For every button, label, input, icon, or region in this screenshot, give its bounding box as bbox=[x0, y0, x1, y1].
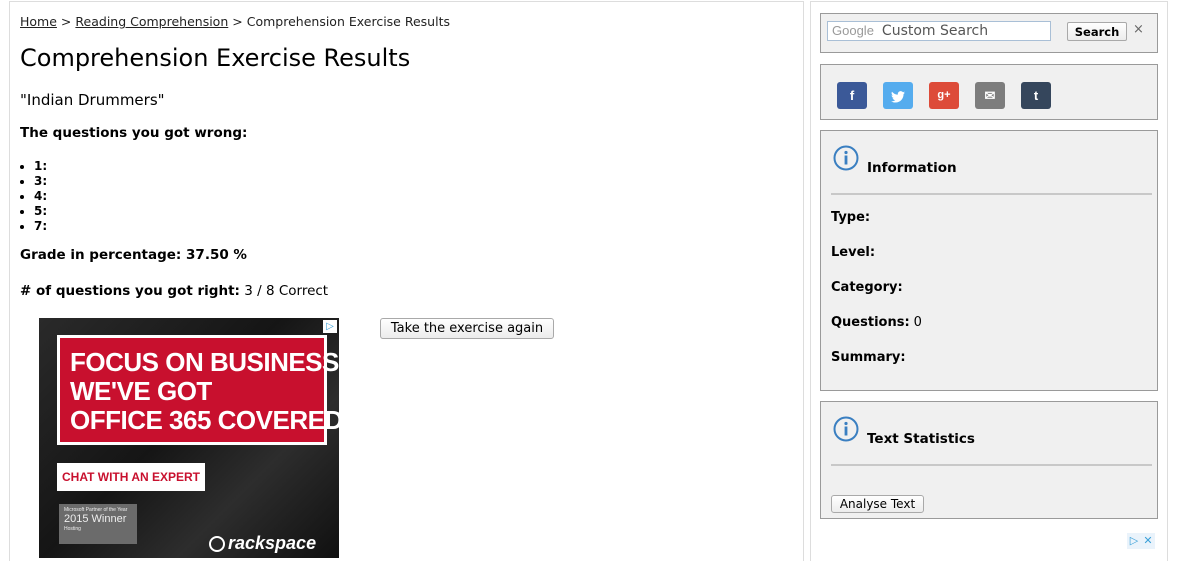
advertisement-banner[interactable]: ▷ FOCUS ON BUSINESS. WE'VE GOT OFFICE 36… bbox=[39, 318, 339, 558]
breadcrumb-section-link[interactable]: Reading Comprehension bbox=[75, 14, 228, 29]
breadcrumb: Home > Reading Comprehension > Comprehension… bbox=[20, 14, 450, 29]
wrong-questions-heading: The questions you got wrong: bbox=[20, 125, 248, 141]
information-heading: Information bbox=[867, 160, 957, 176]
adchoices-corner[interactable]: ▷ ✕ bbox=[1127, 529, 1157, 549]
adchoices-icon[interactable]: ▷ bbox=[323, 320, 337, 333]
ad-brand-name: rackspace bbox=[228, 533, 317, 553]
rackspace-logo-icon bbox=[209, 536, 225, 553]
exercise-title: "Indian Drummers" bbox=[20, 91, 165, 109]
list-item: 5: bbox=[34, 204, 47, 219]
list-item: 4: bbox=[34, 189, 47, 204]
breadcrumb-separator: > bbox=[232, 14, 243, 29]
main-content: Home > Reading Comprehension > Comprehension… bbox=[9, 1, 804, 561]
breadcrumb-current: Comprehension Exercise Results bbox=[246, 14, 450, 29]
ad-cta-button[interactable]: CHAT WITH AN EXPERT bbox=[57, 463, 205, 491]
retake-exercise-button[interactable]: Take the exercise again bbox=[380, 318, 554, 339]
search-placeholder: Custom Search bbox=[881, 23, 989, 39]
ad-badge-title: 2015 Winner bbox=[64, 513, 127, 525]
correct-count-value: 3 / 8 Correct bbox=[244, 283, 329, 299]
list-item: 7: bbox=[34, 219, 47, 234]
info-questions-row: Questions: 0 bbox=[831, 315, 922, 330]
adchoices-icon[interactable]: ▷ bbox=[1127, 533, 1141, 549]
info-type-label: Type: bbox=[831, 210, 871, 225]
correct-count: # of questions you got right: 3 / 8 Corr… bbox=[20, 283, 328, 299]
correct-count-label: # of questions you got right: bbox=[20, 283, 240, 299]
info-icon bbox=[833, 145, 859, 171]
divider bbox=[831, 193, 1152, 195]
google-plus-icon[interactable]: g+ bbox=[929, 82, 959, 109]
tumblr-icon[interactable]: t bbox=[1021, 82, 1051, 109]
social-share-box: f g+ ✉ t bbox=[820, 64, 1158, 120]
close-ad-icon[interactable]: ✕ bbox=[1141, 533, 1155, 549]
page-title: Comprehension Exercise Results bbox=[20, 44, 411, 72]
google-logo: Google bbox=[832, 23, 874, 38]
ad-badge-tag: Hosting bbox=[64, 526, 81, 532]
divider bbox=[831, 464, 1152, 466]
info-icon bbox=[833, 416, 859, 442]
clear-search-icon[interactable]: × bbox=[1133, 22, 1144, 37]
email-icon[interactable]: ✉ bbox=[975, 82, 1005, 109]
info-questions-value: 0 bbox=[913, 315, 922, 330]
wrong-questions-list: 1: 3: 4: 5: 7: bbox=[20, 159, 47, 234]
ad-headline-line: OFFICE 365 COVERED. bbox=[70, 405, 339, 435]
ad-headline: FOCUS ON BUSINESS. WE'VE GOT OFFICE 365 … bbox=[70, 347, 339, 435]
information-panel: Information Type: Level: Category: Quest… bbox=[820, 130, 1158, 391]
text-statistics-heading: Text Statistics bbox=[867, 431, 975, 447]
sidebar: Google Custom Search Search × f g+ ✉ t In… bbox=[810, 1, 1168, 561]
list-item: 1: bbox=[34, 159, 47, 174]
twitter-icon[interactable] bbox=[883, 82, 913, 109]
text-statistics-panel: Text Statistics Analyse Text bbox=[820, 401, 1158, 519]
ad-headline-panel: FOCUS ON BUSINESS. WE'VE GOT OFFICE 365 … bbox=[57, 335, 339, 445]
facebook-icon[interactable]: f bbox=[837, 82, 867, 109]
breadcrumb-separator: > bbox=[60, 14, 72, 29]
analyse-text-button[interactable]: Analyse Text bbox=[831, 495, 924, 513]
search-input[interactable]: Google Custom Search bbox=[827, 21, 1051, 41]
breadcrumb-home-link[interactable]: Home bbox=[20, 14, 57, 29]
twitter-bird-glyph bbox=[891, 90, 905, 103]
custom-search-box: Google Custom Search Search × bbox=[820, 13, 1158, 53]
info-summary-label: Summary: bbox=[831, 350, 906, 365]
ad-headline-line: FOCUS ON BUSINESS. bbox=[70, 347, 339, 377]
info-questions-label: Questions: bbox=[831, 315, 910, 330]
list-item: 3: bbox=[34, 174, 47, 189]
grade-percentage: Grade in percentage: 37.50 % bbox=[20, 247, 247, 263]
search-button[interactable]: Search bbox=[1067, 22, 1127, 41]
info-category-label: Category: bbox=[831, 280, 903, 295]
ad-award-badge: Microsoft Partner of the Year 2015 Winne… bbox=[59, 504, 137, 544]
ad-headline-line: WE'VE GOT bbox=[70, 376, 212, 406]
info-level-label: Level: bbox=[831, 245, 876, 260]
